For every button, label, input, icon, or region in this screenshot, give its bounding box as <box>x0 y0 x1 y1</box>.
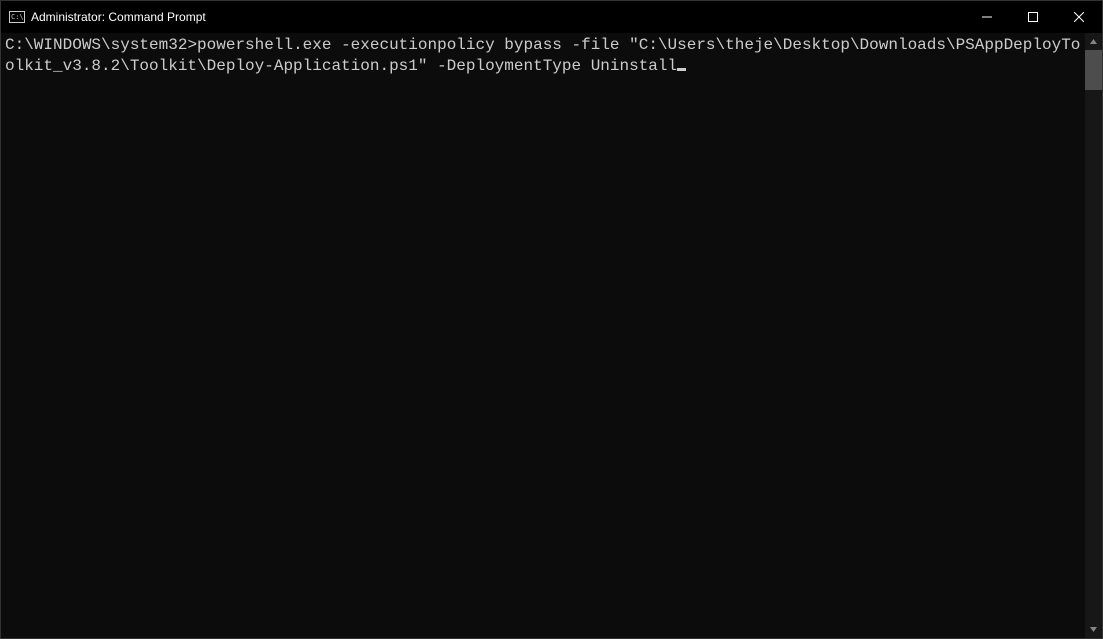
maximize-button[interactable] <box>1010 1 1056 33</box>
window-controls <box>964 1 1102 33</box>
window-title: Administrator: Command Prompt <box>31 10 206 24</box>
scrollbar-thumb[interactable] <box>1085 50 1102 90</box>
scrollbar-up-arrow-icon[interactable] <box>1085 33 1102 50</box>
vertical-scrollbar[interactable] <box>1085 33 1102 638</box>
text-cursor <box>677 68 686 71</box>
svg-text:C:\: C:\ <box>11 13 24 21</box>
titlebar[interactable]: C:\ Administrator: Command Prompt <box>1 1 1102 33</box>
cmd-icon: C:\ <box>9 9 25 25</box>
prompt-separator: > <box>187 36 197 54</box>
close-button[interactable] <box>1056 1 1102 33</box>
content-area: C:\WINDOWS\system32>powershell.exe -exec… <box>1 33 1102 638</box>
minimize-button[interactable] <box>964 1 1010 33</box>
scrollbar-down-arrow-icon[interactable] <box>1085 621 1102 638</box>
command-prompt-window: C:\ Administrator: Command Prompt C:\WIN… <box>0 0 1103 639</box>
prompt-path: C:\WINDOWS\system32 <box>5 36 187 54</box>
terminal-output[interactable]: C:\WINDOWS\system32>powershell.exe -exec… <box>1 33 1085 638</box>
scrollbar-track[interactable] <box>1085 50 1102 621</box>
